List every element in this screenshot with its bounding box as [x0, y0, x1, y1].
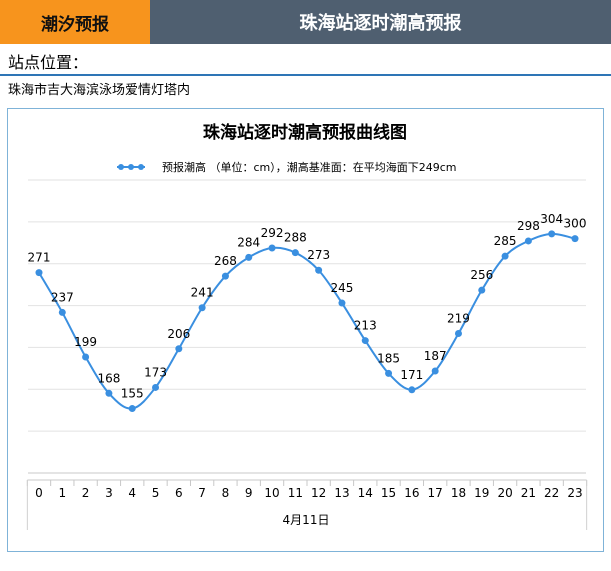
chart-title: 珠海站逐时潮高预报曲线图: [203, 122, 407, 143]
data-label: 288: [284, 231, 307, 245]
x-tick-label: 15: [381, 486, 396, 500]
data-label: 271: [28, 251, 51, 265]
data-point: [431, 367, 439, 375]
data-point: [245, 253, 253, 261]
data-point: [385, 369, 393, 377]
legend-dot: [138, 164, 144, 170]
legend-dot: [118, 164, 124, 170]
data-point: [35, 269, 43, 277]
x-tick-label: 0: [35, 486, 43, 500]
x-tick-label: 23: [567, 486, 582, 500]
x-tick-label: 11: [288, 486, 303, 500]
data-point: [454, 330, 462, 338]
data-label: 219: [447, 312, 470, 326]
data-point: [221, 272, 229, 280]
x-tick-label: 7: [198, 486, 206, 500]
data-label: 173: [144, 365, 167, 379]
x-tick-label: 22: [544, 486, 559, 500]
data-label: 185: [377, 351, 400, 365]
legend-label: 预报潮高 （单位：cm），潮高基准面：在平均海面下249cm: [162, 160, 457, 174]
data-label: 284: [237, 235, 260, 249]
data-label: 206: [167, 327, 190, 341]
data-label: 300: [564, 217, 587, 231]
data-point: [268, 244, 276, 252]
data-label: 256: [470, 268, 493, 282]
data-label: 155: [121, 387, 144, 401]
data-point: [408, 386, 416, 394]
data-point: [478, 286, 486, 294]
data-label: 237: [51, 290, 74, 304]
x-tick-label: 4: [128, 486, 136, 500]
data-label: 168: [97, 371, 120, 385]
x-tick-label: 3: [105, 486, 113, 500]
data-point: [198, 304, 206, 312]
data-point: [338, 299, 346, 307]
data-label: 298: [517, 219, 540, 233]
data-point: [501, 252, 509, 260]
data-label: 171: [400, 368, 423, 382]
tide-chart: 珠海站逐时潮高预报曲线图 预报潮高 （单位：cm），潮高基准面：在平均海面下24…: [26, 122, 588, 530]
x-tick-label: 12: [311, 486, 326, 500]
x-tick-label: 13: [334, 486, 349, 500]
x-tick-label: 21: [521, 486, 536, 500]
legend-dot: [128, 164, 134, 170]
legend: 预报潮高 （单位：cm），潮高基准面：在平均海面下249cm: [117, 160, 457, 174]
data-point: [105, 389, 113, 397]
x-tick-label: 6: [175, 486, 183, 500]
x-tick-label: 10: [264, 486, 279, 500]
data-label: 304: [540, 212, 563, 226]
data-label: 273: [307, 248, 330, 262]
data-point: [175, 345, 183, 353]
data-point: [152, 383, 160, 391]
data-label: 199: [74, 335, 97, 349]
data-point: [361, 337, 369, 345]
x-tick-label: 2: [82, 486, 90, 500]
data-point: [128, 405, 136, 413]
data-point: [571, 235, 579, 243]
data-point: [58, 308, 66, 316]
data-label: 285: [494, 234, 517, 248]
x-tick-label: 14: [358, 486, 373, 500]
data-label: 187: [424, 349, 447, 363]
x-tick-label: 16: [404, 486, 419, 500]
x-axis-title: 4月11日: [283, 513, 330, 527]
data-point: [291, 249, 299, 257]
x-tick-label: 9: [245, 486, 253, 500]
x-tick-label: 18: [451, 486, 466, 500]
data-labels: 271 237 199 168155173 206 241 268284292 288273 2…: [28, 212, 587, 401]
grid-lines: [28, 179, 586, 474]
data-label: 268: [214, 254, 237, 268]
x-tick-label: 19: [474, 486, 489, 500]
data-point: [548, 230, 556, 238]
x-tick-label: 17: [428, 486, 443, 500]
data-label: 245: [331, 281, 354, 295]
data-label: 292: [261, 226, 284, 240]
x-tick-label: 8: [222, 486, 230, 500]
data-point: [315, 266, 323, 274]
data-label: 213: [354, 319, 377, 333]
data-point: [82, 353, 90, 361]
x-tick-label: 1: [58, 486, 66, 500]
x-tick-label: 5: [152, 486, 160, 500]
data-point: [524, 237, 532, 245]
x-tick-label: 20: [497, 486, 512, 500]
data-label: 241: [191, 286, 214, 300]
